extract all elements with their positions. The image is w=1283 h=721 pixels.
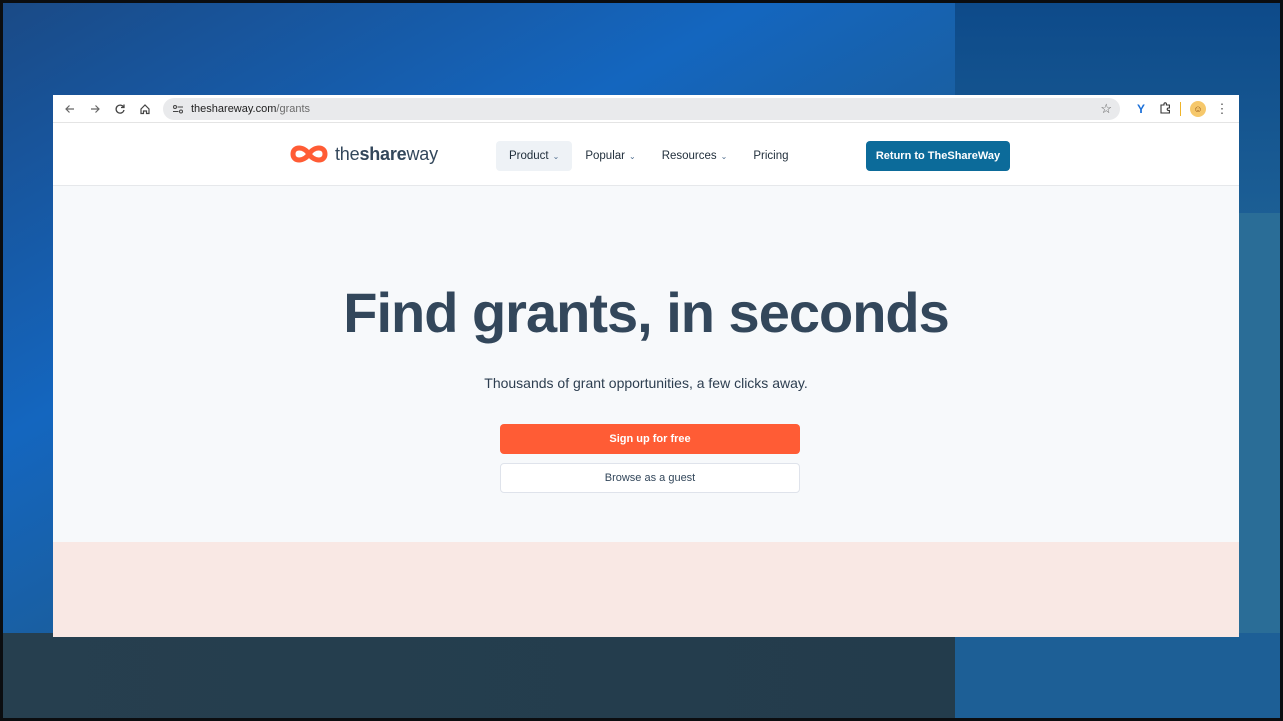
v-extension-icon[interactable]: Y	[1130, 98, 1152, 120]
nav-item-pricing[interactable]: Pricing	[740, 141, 801, 171]
return-to-theshareway-button[interactable]: Return to TheShareWay	[866, 141, 1010, 171]
profile-button[interactable]: ☺	[1187, 98, 1209, 120]
nav-item-product[interactable]: Product ⌄	[496, 141, 573, 171]
chevron-down-icon: ⌄	[720, 151, 728, 161]
desktop-panel-accent	[1235, 213, 1280, 643]
infinity-logo-icon	[290, 145, 328, 163]
avatar: ☺	[1190, 100, 1206, 117]
nav-item-popular[interactable]: Popular ⌄	[572, 141, 648, 171]
url-path: /grants	[276, 102, 311, 115]
logo-wordmark: theshareway	[335, 143, 438, 164]
main-nav: Product ⌄ Popular ⌄ Resources ⌄ Pricing	[496, 141, 802, 171]
star-icon[interactable]: ☆	[1100, 101, 1112, 117]
nav-label: Product	[509, 150, 549, 162]
home-icon[interactable]	[134, 98, 156, 120]
puzzle-icon[interactable]	[1154, 98, 1176, 120]
kebab-menu-icon[interactable]: ⋮	[1211, 98, 1233, 120]
sign-up-button[interactable]: Sign up for free	[500, 424, 800, 454]
reload-icon[interactable]	[109, 98, 131, 120]
address-bar[interactable]: theshareway.com/grants ☆	[163, 97, 1120, 120]
site-logo[interactable]: theshareway	[289, 143, 438, 165]
nav-label: Popular	[585, 150, 625, 162]
site-settings-icon[interactable]	[171, 102, 185, 116]
hero-section: Find grants, in seconds Thousands of gra…	[53, 186, 1239, 542]
next-section-band	[53, 542, 1239, 637]
toolbar-divider	[1180, 101, 1181, 116]
url-host: theshareway.com	[191, 102, 277, 115]
browser-window: theshareway.com/grants ☆ Y ☺ ⋮ thesharew…	[53, 95, 1239, 637]
site-header: theshareway Product ⌄ Popular ⌄ Resource…	[53, 123, 1239, 186]
arrow-right-icon[interactable]	[84, 98, 106, 120]
nav-label: Pricing	[753, 150, 789, 162]
chevron-down-icon: ⌄	[552, 151, 560, 161]
hero-subtitle: Thousands of grant opportunities, a few …	[484, 375, 808, 391]
hero-title: Find grants, in seconds	[343, 281, 950, 344]
arrow-left-icon[interactable]	[59, 98, 81, 120]
chevron-down-icon: ⌄	[628, 151, 636, 161]
desktop-panel-bottom	[3, 633, 961, 718]
browse-as-guest-button[interactable]: Browse as a guest	[500, 463, 800, 493]
desktop-panel-bottom-right	[955, 633, 1280, 718]
nav-item-resources[interactable]: Resources ⌄	[649, 141, 741, 171]
nav-label: Resources	[661, 150, 717, 162]
browser-toolbar: theshareway.com/grants ☆ Y ☺ ⋮	[53, 95, 1239, 123]
